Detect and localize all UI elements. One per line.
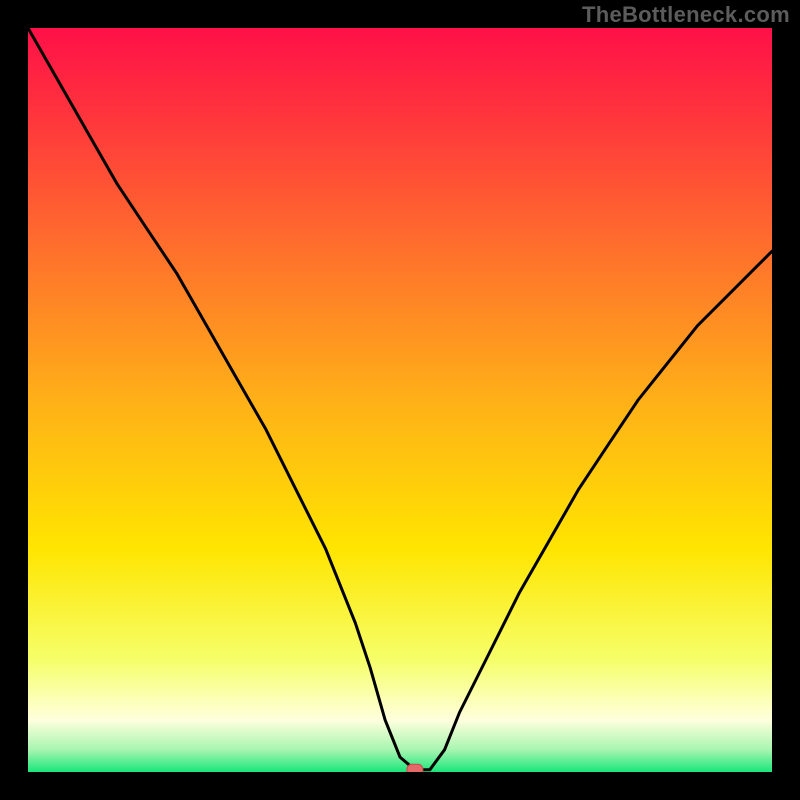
plot-area [28, 28, 772, 772]
chart-frame: TheBottleneck.com [0, 0, 800, 800]
chart-svg [28, 28, 772, 772]
optimal-point-marker [407, 764, 423, 772]
watermark-text: TheBottleneck.com [582, 2, 790, 28]
gradient-background [28, 28, 772, 772]
